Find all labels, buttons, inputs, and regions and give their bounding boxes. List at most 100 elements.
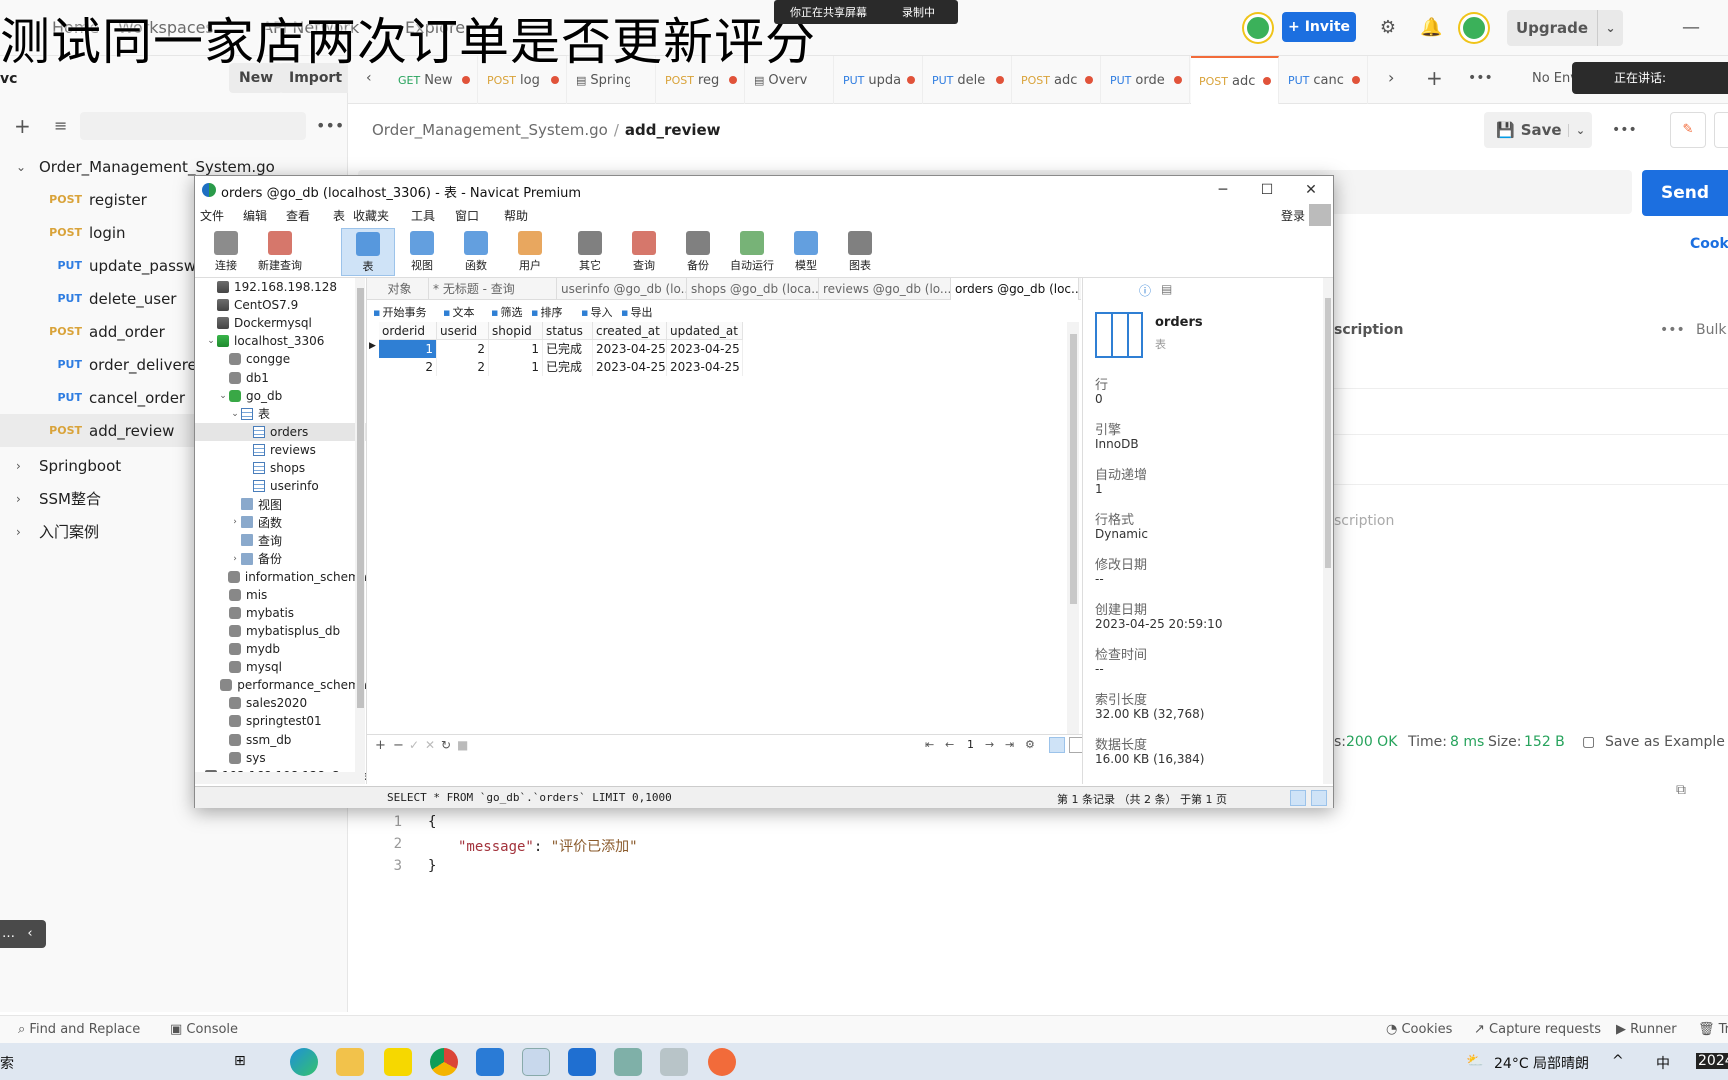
more-options-icon[interactable]: ••• [316, 116, 344, 135]
runner-button[interactable]: ▶ Runner [1616, 1022, 1677, 1037]
chevron-down-icon[interactable]: ⌄ [16, 160, 34, 174]
object-tab[interactable]: 对象 [367, 278, 429, 300]
column-header[interactable]: userid [437, 322, 489, 340]
bulk-edit-link[interactable]: Bulk [1696, 322, 1726, 338]
tree-scrollbar[interactable] [355, 278, 365, 784]
console-button[interactable]: ▣ Console [170, 1022, 238, 1037]
table-cell[interactable]: 1 [379, 340, 437, 358]
next-page-icon[interactable]: → [985, 738, 994, 751]
request-tab[interactable]: PUT canc [1280, 56, 1368, 104]
menu-file[interactable]: 文件 [200, 207, 224, 224]
tree-node[interactable]: sys [195, 749, 366, 767]
menu-table[interactable]: 表 [333, 207, 345, 224]
navicat-titlebar[interactable]: orders @go_db (localhost_3306) - 表 - Nav… [195, 176, 1333, 204]
add-record-icon[interactable]: + [375, 738, 386, 753]
tree-node[interactable]: CentOS7.9 [195, 296, 366, 314]
maximize-icon[interactable]: ☐ [1247, 178, 1287, 202]
request-more-icon[interactable]: ••• [1612, 122, 1637, 138]
capture-requests-button[interactable]: ↗ Capture requests [1474, 1022, 1601, 1037]
chevron-right-icon[interactable]: › [16, 525, 34, 539]
ddl-icon[interactable]: ▤ [1161, 282, 1172, 296]
menu-tools[interactable]: 工具 [411, 207, 435, 224]
sidebar-collapse-button[interactable]: … ‹ [0, 920, 46, 948]
minimize-icon[interactable]: ─ [1203, 178, 1243, 202]
tree-node[interactable]: userinfo [195, 477, 366, 495]
toolbar-backup-button[interactable]: 备份 [671, 228, 725, 276]
comment-icon[interactable] [1714, 112, 1728, 148]
info-icon[interactable]: ⓘ [1139, 282, 1151, 299]
minimize-window-icon[interactable]: — [1680, 17, 1702, 39]
scroll-thumb[interactable] [1070, 334, 1077, 604]
taskbar-search[interactable]: 索 [0, 1053, 14, 1073]
toolbar-other-button[interactable]: 其它 [563, 228, 617, 276]
last-page-icon[interactable]: ⇥ [1005, 738, 1014, 751]
task-view-icon[interactable]: ⊞ [234, 1053, 246, 1069]
tree-node[interactable]: › 函数 [195, 513, 366, 531]
tree-node[interactable]: 查询 [195, 531, 366, 549]
tree-node[interactable]: mybatis [195, 604, 366, 622]
navicat-taskbar-icon[interactable] [522, 1048, 550, 1076]
table-cell[interactable]: 2 [437, 358, 489, 376]
collapse-arrow-icon[interactable]: › [229, 554, 241, 564]
chevron-down-icon[interactable]: ⌄ [1568, 123, 1592, 137]
more-icon[interactable]: ••• [1660, 322, 1685, 338]
user-avatar[interactable] [1460, 14, 1488, 42]
request-tab[interactable]: PUT upda [835, 56, 923, 104]
request-tab[interactable]: POST adc [1013, 56, 1101, 104]
app-icon[interactable] [568, 1048, 596, 1076]
sidebar-search-input[interactable] [80, 112, 306, 140]
tree-node[interactable]: performance_schema [195, 676, 366, 694]
toolbar-user-button[interactable]: 用户 [503, 228, 557, 276]
info-scrollbar[interactable] [1323, 278, 1333, 784]
expand-arrow-icon[interactable]: ⌄ [205, 336, 217, 346]
expand-arrow-icon[interactable]: ⌄ [229, 409, 241, 419]
table-cell[interactable]: 已完成 [543, 340, 593, 358]
grid-import-button[interactable]: ▪ 导入 [581, 304, 612, 320]
app-icon[interactable] [660, 1048, 688, 1076]
toolbar-connect-button[interactable]: 连接 [199, 228, 253, 276]
tree-node[interactable]: congge [195, 350, 366, 368]
chrome-icon[interactable] [430, 1048, 458, 1076]
column-header[interactable]: shopid [489, 322, 543, 340]
column-header[interactable]: created_at [593, 322, 667, 340]
table-cell[interactable]: 2 [437, 340, 489, 358]
toolbar-table-button[interactable]: 表 [341, 228, 395, 276]
tree-node[interactable]: mybatisplus_db [195, 622, 366, 640]
tree-node[interactable]: ⌄ localhost_3306 [195, 332, 366, 350]
tab-scroll-right-icon[interactable]: › [1388, 68, 1394, 87]
scroll-thumb[interactable] [357, 288, 364, 708]
response-time[interactable]: 8 ms [1450, 734, 1484, 750]
tree-hscrollbar[interactable] [195, 772, 355, 784]
vscode-icon[interactable] [476, 1048, 504, 1076]
filter-icon[interactable]: ≡ [54, 116, 67, 135]
response-size[interactable]: 152 B [1524, 734, 1565, 750]
menu-window[interactable]: 窗口 [455, 207, 479, 224]
column-header[interactable]: updated_at [667, 322, 743, 340]
collaborator-avatar[interactable] [1244, 14, 1272, 42]
expand-arrow-icon[interactable]: ⌄ [217, 391, 229, 401]
breadcrumb-collection[interactable]: Order_Management_System.go [372, 121, 608, 139]
tree-node[interactable]: mis [195, 586, 366, 604]
delete-record-icon[interactable]: − [393, 738, 404, 753]
weather-text[interactable]: 24°C 局部晴朗 [1494, 1053, 1589, 1073]
toolbar-new-query-button[interactable]: 新建查询 [253, 228, 307, 276]
stop-icon[interactable]: ■ [457, 738, 468, 752]
discard-icon[interactable]: ✕ [425, 738, 435, 752]
login-link[interactable]: 登录 [1281, 207, 1305, 224]
menu-favorites[interactable]: 收藏夹 [353, 207, 389, 224]
column-header[interactable]: status [543, 322, 593, 340]
object-tab[interactable]: userinfo @go_db (lo... [557, 278, 687, 300]
tree-node[interactable]: sales2020 [195, 694, 366, 712]
scroll-thumb[interactable] [1325, 298, 1331, 568]
table-cell[interactable]: 2023-04-25 21 [593, 340, 667, 358]
grid-scrollbar[interactable] [1067, 322, 1079, 734]
grid-text-button[interactable]: ▪ 文本 [443, 304, 474, 320]
tree-node[interactable]: reviews [195, 441, 366, 459]
toolbar-automation-button[interactable]: 自动运行 [725, 228, 779, 276]
edit-pencil-icon[interactable]: ✎ [1670, 112, 1706, 148]
ime-indicator[interactable]: 中 [1656, 1053, 1670, 1073]
layout-right-icon[interactable] [1311, 790, 1327, 806]
menu-edit[interactable]: 编辑 [243, 207, 267, 224]
chevron-right-icon[interactable]: › [16, 459, 34, 473]
chevron-down-icon[interactable]: ⌄ [1597, 10, 1623, 46]
